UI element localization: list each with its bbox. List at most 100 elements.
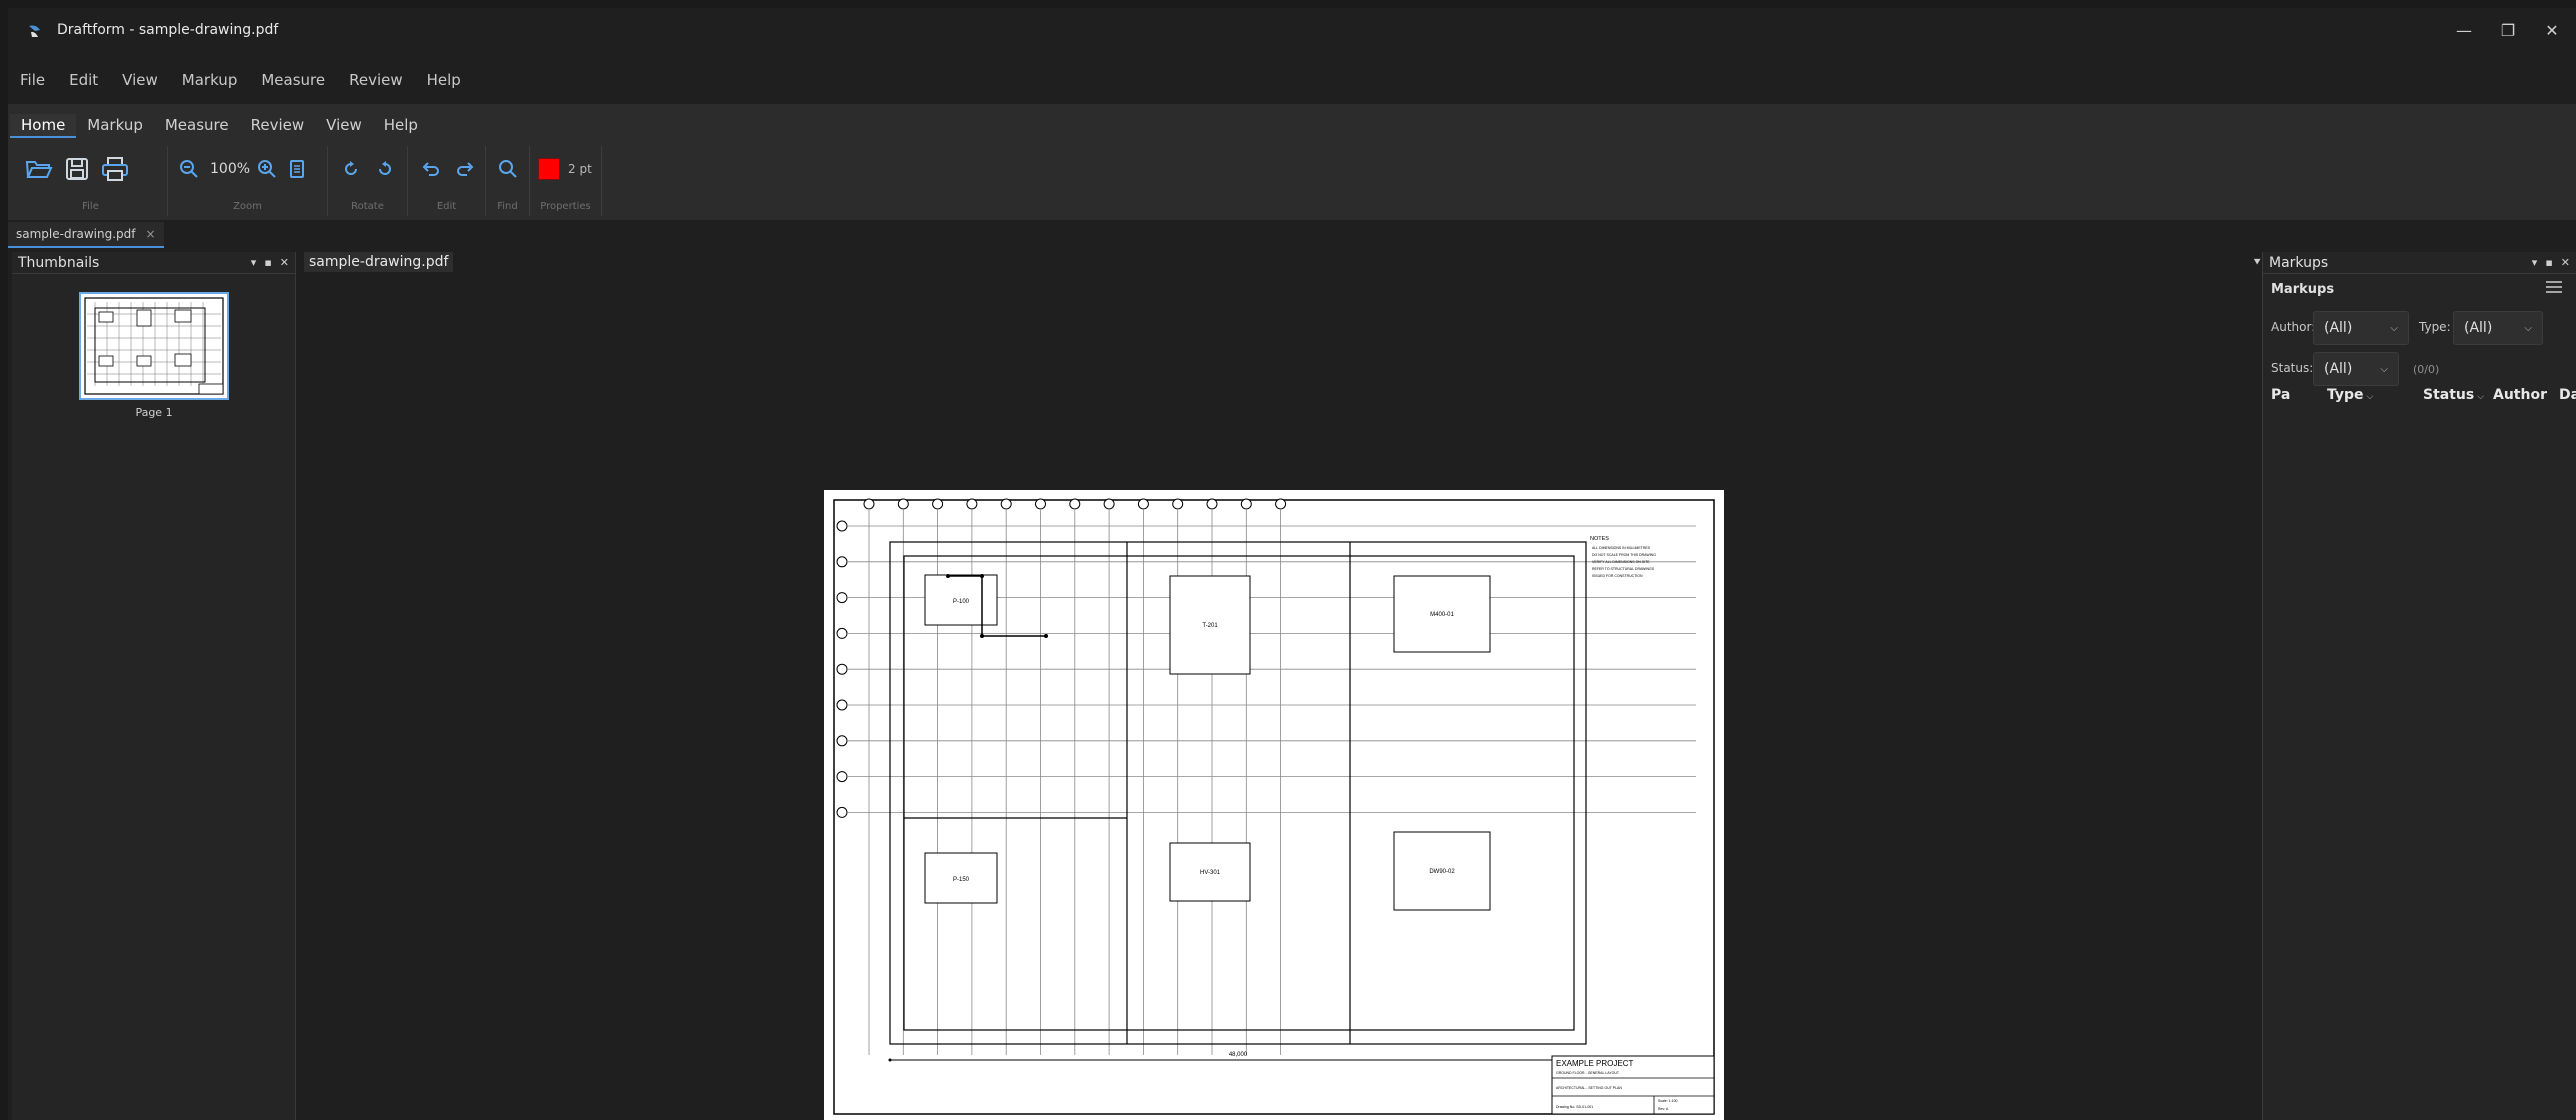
group-zoom: 100% Zoom	[168, 146, 328, 216]
grid-bubble-top	[966, 498, 978, 510]
grid-bubble-top	[1240, 498, 1252, 510]
title-block-scale: Scale: 1:100	[1658, 1099, 1678, 1103]
type-filter-value: (All)	[2464, 320, 2493, 336]
close-window-button[interactable]: ✕	[2532, 14, 2572, 46]
status-filter-select[interactable]: (All) ⌵	[2313, 352, 2399, 386]
title-bar: Draftform - sample-drawing.pdf — ❐ ✕	[8, 8, 2576, 54]
column-header-type[interactable]: Type ⌵	[2327, 387, 2373, 403]
markups-menu-button[interactable]	[2546, 280, 2562, 298]
chevron-down-icon: ⌵	[2390, 322, 2398, 334]
menu-file[interactable]: File	[8, 67, 57, 93]
hamburger-icon	[2546, 281, 2562, 293]
group-label-find: Find	[497, 201, 518, 212]
chevron-down-icon: ⌵	[2380, 363, 2388, 375]
column-header-author[interactable]: Author	[2493, 387, 2547, 403]
undo-icon	[422, 162, 439, 176]
room-label-t201: T-201	[1202, 623, 1218, 629]
zoom-in-button[interactable]	[254, 154, 280, 184]
thumbnail-page-label: Page 1	[135, 406, 173, 419]
grid-bubble-left	[836, 592, 848, 604]
rotate-right-button[interactable]	[370, 154, 400, 184]
pin-icon[interactable]: ▪	[2545, 256, 2552, 269]
panel-dropdown-icon[interactable]: ▾	[251, 256, 257, 269]
markups-panel: Markups ▾ ▪ ✕ Markups Author: (All) ⌵ Ty…	[2262, 252, 2576, 1120]
grid-bubble-left	[836, 627, 848, 639]
grid-bubble-top	[932, 498, 944, 510]
print-button[interactable]	[98, 154, 132, 184]
close-panel-icon[interactable]: ✕	[280, 256, 289, 269]
type-filter-select[interactable]: (All) ⌵	[2453, 311, 2543, 345]
status-filter-value: (All)	[2324, 361, 2353, 377]
undo-button[interactable]	[416, 154, 446, 184]
pdf-page[interactable]: P-100 T-201 M400-01 P-150 HV-301 DW90-02…	[824, 490, 1724, 1120]
group-label-file: File	[82, 201, 99, 212]
folder-open-icon	[25, 161, 53, 178]
menu-help[interactable]: Help	[415, 67, 473, 93]
close-panel-icon[interactable]: ✕	[2561, 256, 2570, 269]
minimize-button[interactable]: —	[2444, 14, 2484, 46]
menu-measure[interactable]: Measure	[249, 67, 337, 93]
close-tab-icon[interactable]: ×	[146, 227, 156, 241]
menu-review[interactable]: Review	[337, 67, 415, 93]
app-logo-icon	[29, 25, 40, 37]
column-header-status-label: Status	[2423, 387, 2475, 403]
ribbon-tab-measure[interactable]: Measure	[154, 114, 240, 138]
group-edit: Edit	[408, 146, 486, 216]
grid-bubble-top	[897, 498, 909, 510]
stroke-color-swatch[interactable]	[538, 158, 560, 180]
note-2: DO NOT SCALE FROM THIS DRAWING	[1592, 553, 1656, 557]
ribbon: Home Markup Measure Review View Help Fil…	[8, 104, 2576, 220]
viewer-tab[interactable]: sample-drawing.pdf	[304, 252, 454, 272]
column-header-date[interactable]: Da	[2559, 387, 2576, 403]
zoom-level-value[interactable]: 100%	[206, 154, 254, 184]
column-header-page-label: Pa	[2271, 387, 2291, 403]
restore-button[interactable]: ❐	[2488, 14, 2528, 46]
stroke-width-value[interactable]: 2 pt	[560, 154, 592, 184]
grid-bubble-left	[836, 806, 848, 818]
ribbon-tab-home[interactable]: Home	[10, 114, 77, 138]
fit-page-icon	[290, 160, 305, 178]
column-header-page[interactable]: Pa	[2271, 387, 2290, 403]
grid-bubble-left	[836, 520, 848, 532]
note-4: REFER TO STRUCTURAL DRAWINGS	[1592, 567, 1655, 571]
redo-button[interactable]	[450, 154, 480, 184]
document-viewer: sample-drawing.pdf ⯆ P-100 T-201 M400-01…	[304, 252, 2272, 1120]
room-label-p150: P-150	[953, 877, 970, 883]
grid-bubble-top	[1172, 498, 1184, 510]
ribbon-groups: File 100% Zoom Rotate Edit Find 2 pt Pro…	[14, 146, 602, 216]
menu-markup[interactable]: Markup	[170, 67, 250, 93]
find-button[interactable]	[494, 154, 522, 184]
ribbon-tab-help[interactable]: Help	[373, 114, 429, 138]
type-filter-label: Type:	[2419, 320, 2451, 334]
redo-icon	[457, 162, 474, 176]
group-properties: 2 pt Properties	[530, 146, 602, 216]
menu-edit[interactable]: Edit	[57, 67, 110, 93]
ribbon-tab-markup[interactable]: Markup	[76, 114, 154, 138]
author-filter-select[interactable]: (All) ⌵	[2313, 311, 2409, 345]
viewer-menu-icon[interactable]: ⯆	[2252, 255, 2262, 270]
fit-page-button[interactable]	[284, 154, 310, 184]
page-thumbnail[interactable]	[79, 292, 229, 400]
ribbon-tab-view[interactable]: View	[315, 114, 373, 138]
panel-dropdown-icon[interactable]: ▾	[2532, 256, 2538, 269]
group-label-zoom: Zoom	[233, 201, 262, 212]
menu-view[interactable]: View	[110, 67, 170, 93]
group-label-rotate: Rotate	[351, 201, 384, 212]
grid-bubble-left	[836, 735, 848, 747]
grid-bubble-top	[1206, 498, 1218, 510]
title-block-line2: ARCHITECTURAL - SETTING OUT PLAN	[1556, 1086, 1622, 1090]
save-button[interactable]	[60, 154, 94, 184]
room-label-dw90: DW90-02	[1429, 869, 1455, 875]
column-header-status[interactable]: Status ⌵	[2423, 387, 2484, 403]
rotate-left-button[interactable]	[336, 154, 366, 184]
markups-panel-title: Markups	[2269, 254, 2329, 271]
zoom-out-button[interactable]	[176, 154, 202, 184]
ribbon-tab-review[interactable]: Review	[240, 114, 316, 138]
drawing-canvas: P-100 T-201 M400-01 P-150 HV-301 DW90-02…	[833, 498, 1715, 1115]
dimension-text: 48,000	[1229, 1052, 1248, 1058]
pin-icon[interactable]: ▪	[264, 256, 271, 269]
author-filter-value: (All)	[2324, 320, 2353, 336]
open-button[interactable]	[22, 154, 56, 184]
document-tab[interactable]: sample-drawing.pdf ×	[8, 222, 164, 248]
ribbon-tabs: Home Markup Measure Review View Help	[10, 114, 429, 138]
